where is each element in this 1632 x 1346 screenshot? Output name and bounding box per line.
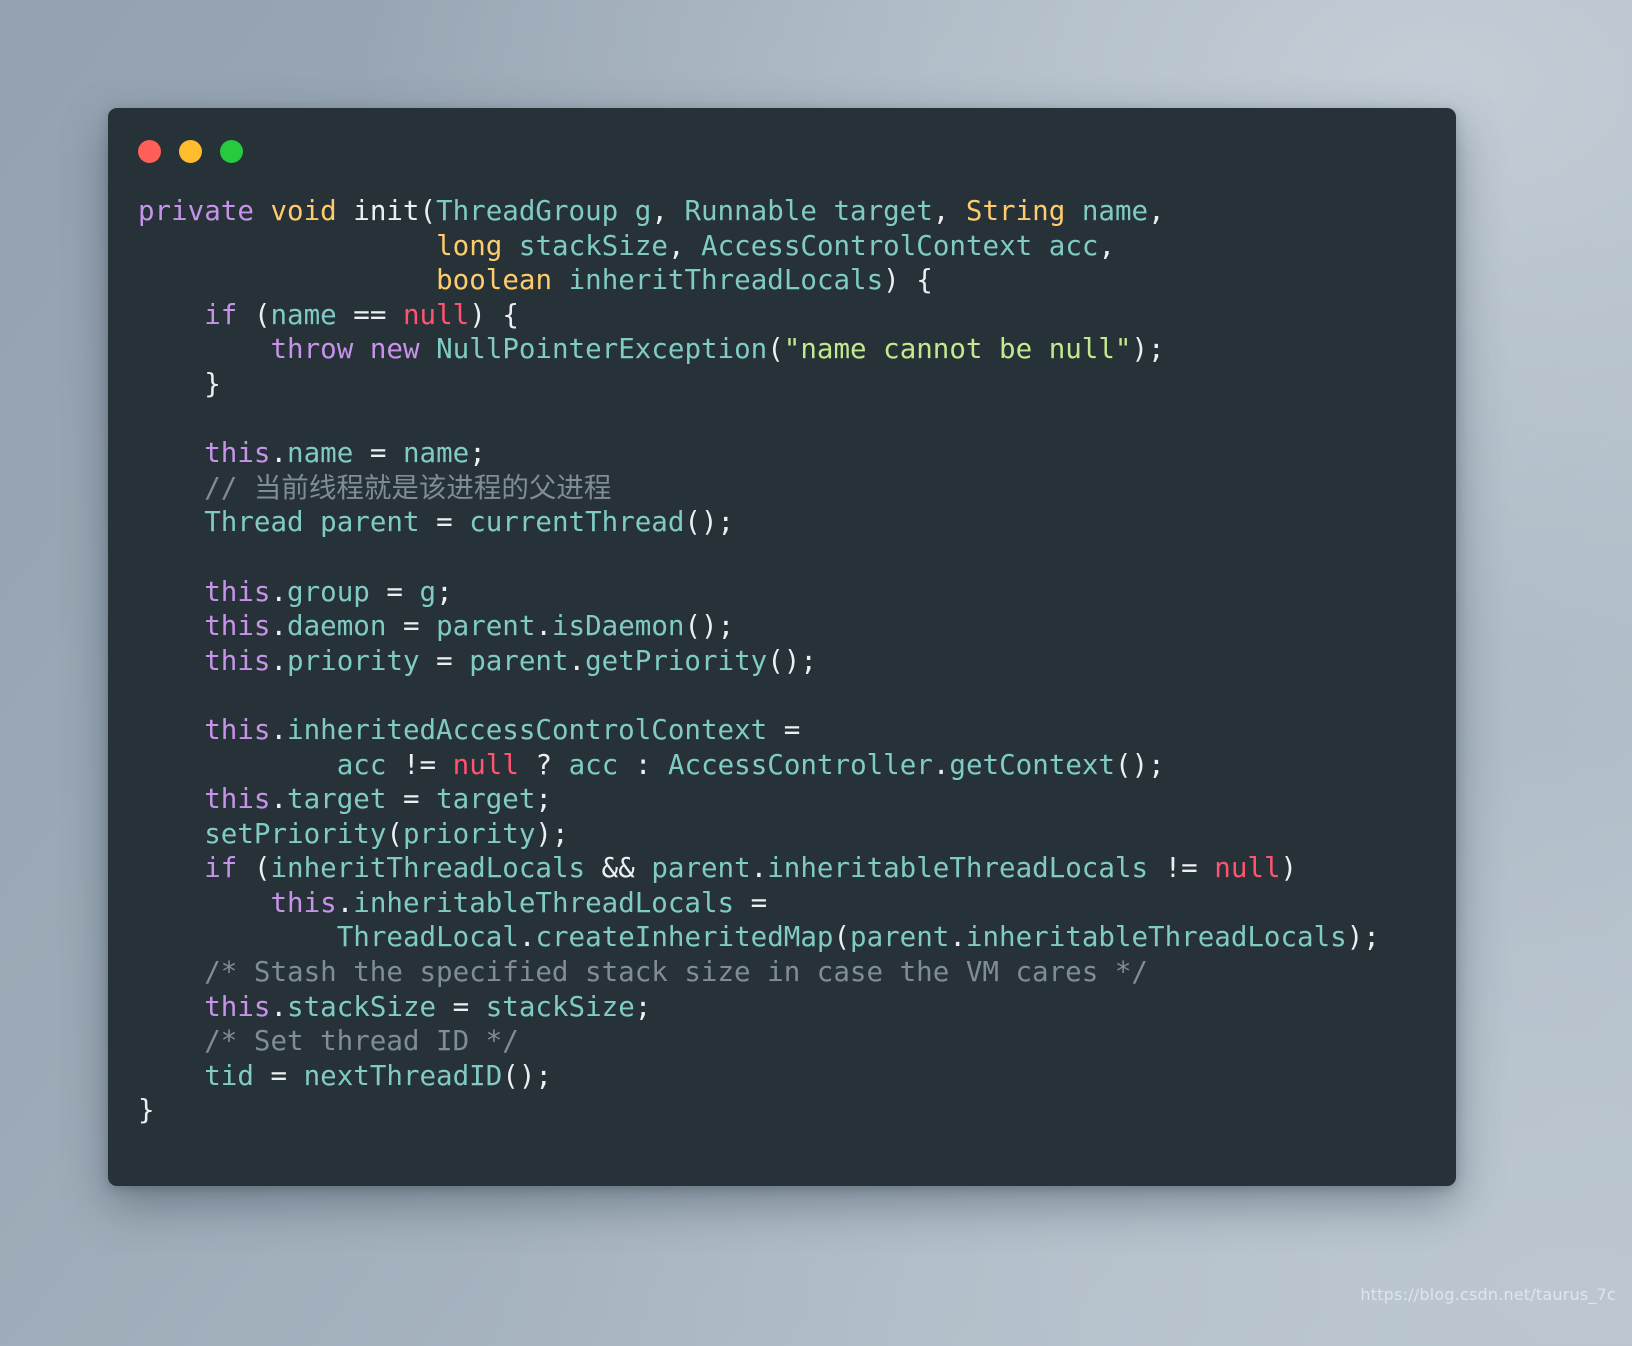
minimize-window-button[interactable] [179, 140, 202, 163]
source-code-block: private void init(ThreadGroup g, Runnabl… [138, 195, 1380, 1127]
code-editor-area[interactable]: private void init(ThreadGroup g, Runnabl… [108, 194, 1456, 1186]
traffic-light-buttons [138, 140, 243, 163]
window-titlebar [108, 108, 1456, 194]
maximize-window-button[interactable] [220, 140, 243, 163]
code-window: private void init(ThreadGroup g, Runnabl… [108, 108, 1456, 1186]
close-window-button[interactable] [138, 140, 161, 163]
watermark-url: https://blog.csdn.net/taurus_7c [1360, 1285, 1616, 1304]
